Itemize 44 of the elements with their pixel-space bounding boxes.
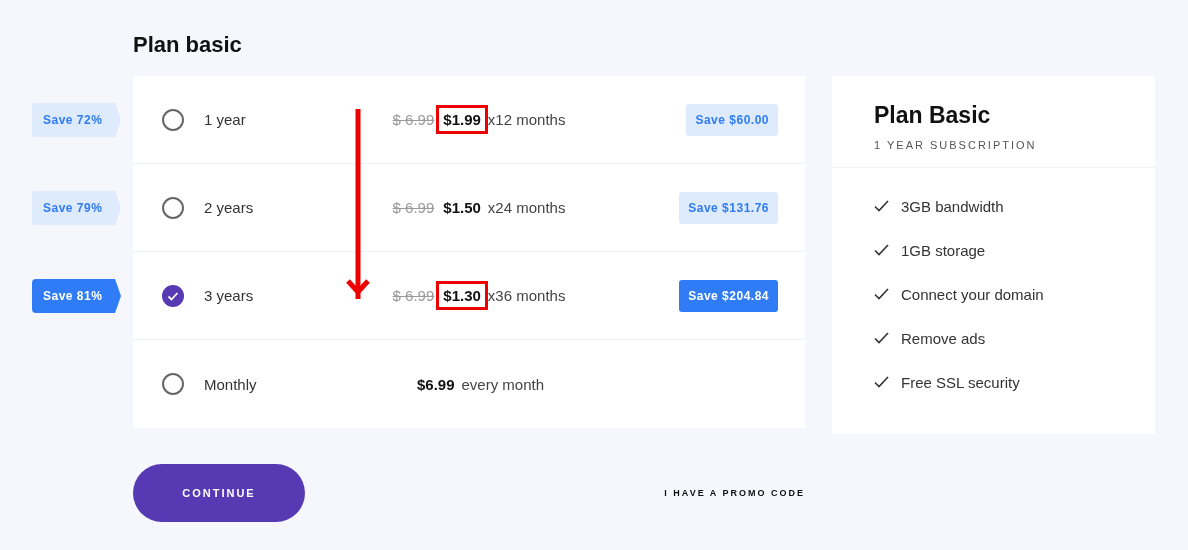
feature-text: Connect your domain [901,285,1044,303]
check-icon [874,332,889,344]
plan-label: 2 years [204,199,255,216]
page-title: Plan basic [133,31,243,59]
summary-subtitle: 1 YEAR SUBSCRIPTION [874,139,1038,151]
promo-code-link[interactable]: I HAVE A PROMO CODE [664,488,805,498]
discount-tag: Save 79% [32,191,121,225]
plan-option[interactable]: Monthly $6.99 every month [133,340,805,428]
feature-text: Remove ads [901,329,986,347]
plan-label: Monthly [204,375,258,393]
billing-period: x24 months [487,199,566,216]
billing-period: every month [461,375,545,393]
check-icon [874,376,889,388]
radio-button[interactable] [162,196,184,219]
old-price: $ 6.99 [392,287,435,304]
savings-badge: Save $204.84 [679,279,778,312]
check-icon [874,200,889,212]
plan-option[interactable]: 1 year $ 6.99 $1.99 x12 months Save $60.00 [133,76,805,164]
price: $1.50 [442,198,482,218]
price: $6.99 [415,374,456,395]
plan-label: 3 years [204,287,255,304]
radio-button[interactable] [162,284,184,307]
plan-label: 1 year [204,111,247,128]
savings-badge: Save $60.00 [686,103,778,136]
billing-period: x12 months [487,111,566,128]
check-icon [874,288,889,300]
discount-tag: Save 81% [32,279,121,313]
discount-tag: Save 72% [32,103,121,137]
price: $1.99 [436,105,488,134]
plan-option[interactable]: 2 years $ 6.99 $1.50 x24 months Save $131.76 [133,164,805,252]
summary-title: Plan Basic [874,102,992,129]
feature-text: Free SSL security [901,373,1020,391]
billing-period: x36 months [487,287,566,304]
old-price: $ 6.99 [392,199,435,216]
plan-option[interactable]: 3 years $ 6.99 $1.30 x36 months Save $204.84 [133,252,805,340]
feature-text: 1GB storage [901,241,986,259]
check-icon [874,244,889,256]
savings-badge: Save $131.76 [679,191,778,224]
radio-button[interactable] [162,108,184,131]
feature-text: 3GB bandwidth [901,197,1004,215]
price: $1.30 [436,281,488,310]
continue-button[interactable]: CONTINUE [133,464,305,522]
old-price: $ 6.99 [392,111,435,128]
radio-button[interactable] [162,373,184,395]
